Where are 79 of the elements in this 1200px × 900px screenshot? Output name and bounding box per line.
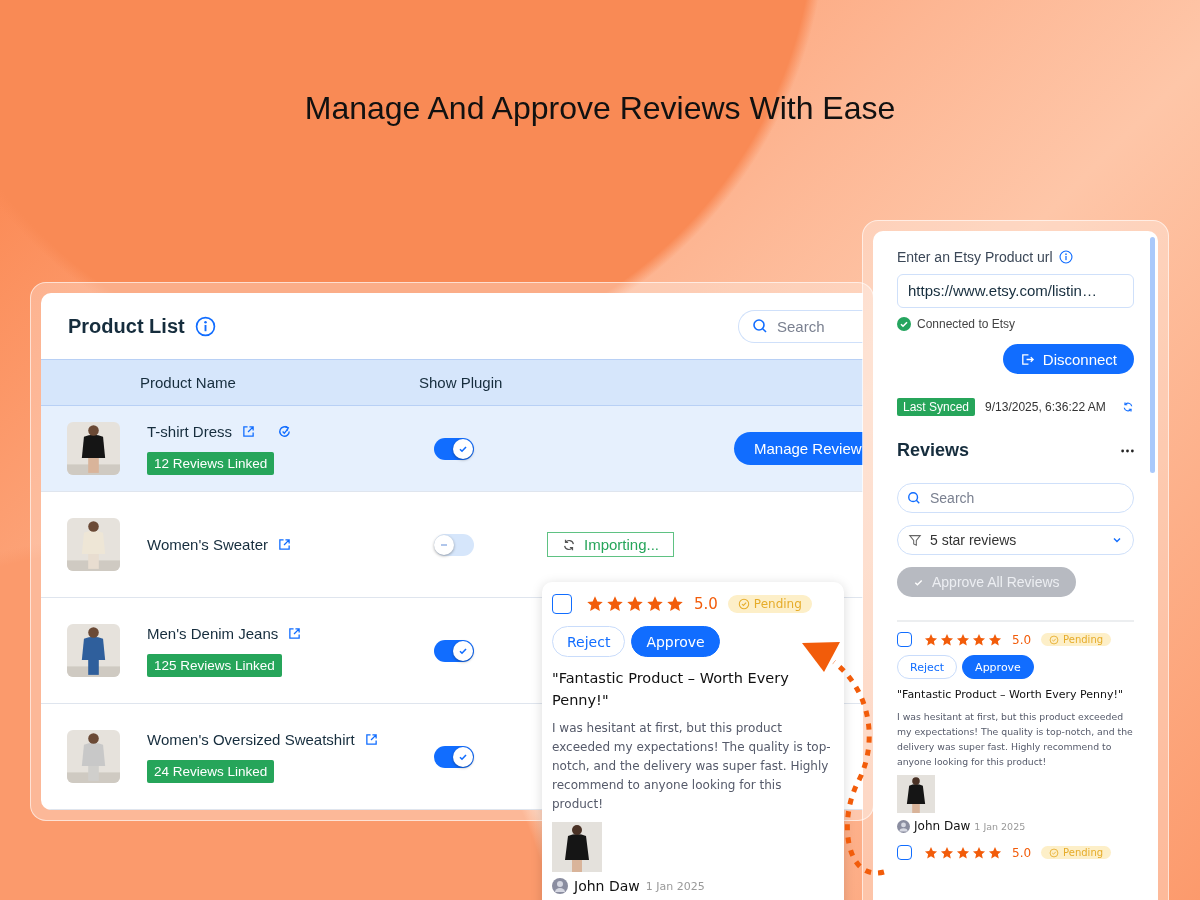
filter-icon	[908, 533, 922, 547]
rating-value: 5.0	[1012, 845, 1032, 860]
star-icon	[988, 632, 1002, 647]
reviews-linked-badge: 12 Reviews Linked	[147, 451, 275, 475]
section-title: Reviews	[897, 440, 970, 461]
status-text: Importing...	[584, 536, 660, 553]
star-icon	[924, 632, 938, 647]
star-icon	[988, 845, 1002, 860]
search-icon	[907, 491, 921, 505]
checkbox[interactable]	[897, 632, 912, 647]
manage-reviews-button[interactable]: Manage Review	[734, 432, 863, 465]
info-icon[interactable]	[194, 315, 216, 337]
star-icon	[972, 632, 986, 647]
column-header: Show Plugin	[419, 374, 504, 391]
external-link-icon[interactable]	[364, 732, 378, 746]
rating-value: 5.0	[694, 595, 718, 613]
search-icon	[752, 317, 768, 334]
external-link-icon[interactable]	[277, 538, 291, 551]
avatar-icon	[552, 878, 568, 894]
status-badge: Pending	[727, 595, 812, 613]
reject-button[interactable]: Reject	[897, 655, 958, 679]
author-name: John Daw	[574, 878, 640, 894]
product-name: T-shirt Dress	[147, 422, 232, 440]
star-icon	[940, 632, 954, 647]
scrollbar[interactable]	[1150, 237, 1155, 473]
status-badge: Pending	[1041, 633, 1112, 646]
star-icon	[646, 595, 664, 613]
approve-button[interactable]: Approve	[631, 626, 720, 657]
reject-button[interactable]: Reject	[552, 626, 626, 657]
field-label: Enter an Etsy Product url	[897, 249, 1053, 265]
toggle-switch[interactable]	[434, 745, 474, 768]
url-field[interactable]: https://www.etsy.com/listin…	[897, 274, 1134, 308]
column-header: Product Name	[140, 374, 237, 391]
star-icon	[972, 845, 986, 860]
star-icon	[586, 595, 604, 613]
sync-time: 9/13/2025, 6:36:22 AM	[985, 400, 1106, 414]
star-icon	[940, 845, 954, 860]
toggle-switch[interactable]	[434, 533, 474, 556]
product-name: Women's Sweater	[147, 536, 268, 553]
product-name: Women's Oversized Sweatshirt	[147, 730, 355, 748]
panel-title: Product List	[68, 314, 185, 338]
rating-value: 5.0	[1012, 632, 1032, 647]
last-synced-badge: Last Synced	[897, 398, 976, 416]
search-field[interactable]: Search	[738, 309, 863, 343]
status-badge: Pending	[1041, 846, 1112, 859]
star-icon	[606, 595, 624, 613]
product-row[interactable]: T-shirt Dress 12 Reviews Linked Manage Review	[41, 406, 863, 492]
approve-button[interactable]: Approve	[962, 655, 1034, 679]
product-name: Men's Denim Jeans	[147, 624, 279, 642]
sync-icon[interactable]	[277, 423, 292, 439]
reviews-linked-badge: 24 Reviews Linked	[147, 759, 275, 783]
star-icon	[666, 595, 684, 613]
external-link-icon[interactable]	[288, 626, 302, 640]
checkbox[interactable]	[897, 845, 912, 860]
star-icon	[956, 845, 970, 860]
review-text: I was hesitant at first, but this product exceeded my expectations! The quality is top-notch, and the delivery was super fast. Highly recommend to anyone looking for this product!	[552, 720, 832, 813]
page-heading: Manage And Approve Reviews With Ease	[303, 90, 897, 127]
review-date: 1 Jan 2025	[645, 879, 705, 893]
star-icon	[626, 595, 644, 613]
refresh-icon	[562, 537, 576, 552]
reviews-linked-badge: 125 Reviews Linked	[147, 653, 282, 677]
review-date: 1 Jan 2025	[974, 820, 1026, 832]
review-title: "Fantastic Product – Worth Every Penny!"	[897, 687, 1124, 703]
star-icon	[924, 845, 938, 860]
info-icon[interactable]	[1058, 250, 1073, 264]
checkbox[interactable]	[552, 594, 572, 614]
disconnect-button[interactable]: Disconnect	[1002, 344, 1134, 374]
avatar-icon	[897, 819, 910, 833]
toggle-switch[interactable]	[434, 437, 474, 460]
connection-status: Connected to Etsy	[917, 317, 1016, 331]
review-text: I was hesitant at first, but this product exceeded my expectations! The quality is top-notch, and the delivery was super fast. Highly recommend to anyone looking for this product!	[897, 710, 1134, 769]
external-link-icon[interactable]	[242, 424, 255, 438]
author-name: John Daw	[914, 819, 971, 833]
more-icon[interactable]	[1121, 448, 1134, 453]
star-icon	[956, 632, 970, 647]
toggle-switch[interactable]	[434, 639, 474, 662]
logout-icon	[1019, 351, 1035, 367]
refresh-icon[interactable]	[1122, 401, 1134, 413]
search-field[interactable]: Search	[897, 483, 1134, 513]
